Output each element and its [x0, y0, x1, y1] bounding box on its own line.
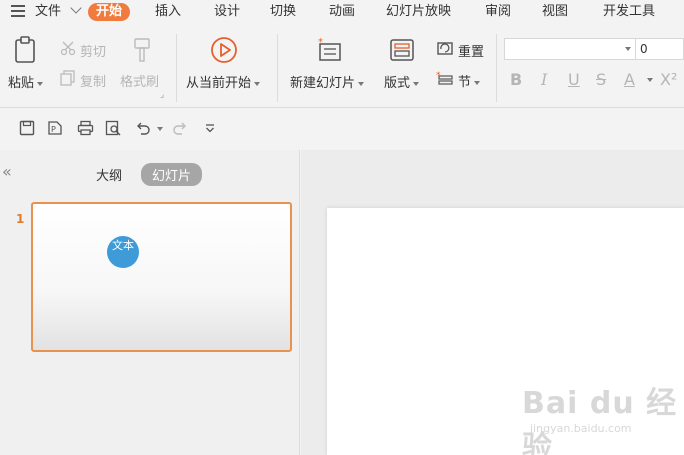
strikethrough-button[interactable]: S	[596, 70, 606, 89]
quick-access-toolbar: P	[0, 108, 684, 148]
layout-button[interactable]: 版式	[384, 72, 420, 91]
tab-review[interactable]: 审阅	[485, 3, 511, 21]
text-badge: 文本	[107, 236, 139, 268]
tab-developer[interactable]: 开发工具	[603, 3, 655, 21]
tab-design[interactable]: 设计	[214, 3, 240, 21]
ribbon-separator	[496, 34, 497, 102]
format-painter-button[interactable]: 格式刷	[120, 71, 159, 90]
section-icon: *	[436, 71, 453, 85]
tab-slideshow[interactable]: 幻灯片放映	[386, 3, 451, 21]
undo-dropdown-icon[interactable]	[157, 127, 163, 131]
print-icon[interactable]	[77, 120, 94, 136]
export-icon[interactable]: P	[47, 120, 63, 136]
bold-button[interactable]: B	[510, 70, 522, 89]
underline-button[interactable]: U	[568, 70, 580, 89]
superscript-icon[interactable]: X²	[660, 70, 677, 89]
play-icon[interactable]	[210, 36, 238, 64]
layout-icon[interactable]	[389, 38, 415, 62]
watermark: Bai du 经验 jingyan.baidu.com	[522, 378, 682, 455]
undo-icon[interactable]	[135, 120, 151, 136]
paste-icon[interactable]	[14, 36, 38, 64]
font-color-dropdown-icon[interactable]	[647, 78, 653, 82]
svg-text:*: *	[318, 37, 323, 48]
font-size-input[interactable]: 0	[636, 38, 684, 60]
slide-number: 1	[16, 212, 25, 226]
italic-button[interactable]: I	[541, 70, 547, 89]
chevron-down-icon[interactable]	[70, 2, 82, 14]
customize-toolbar-icon[interactable]	[204, 122, 216, 134]
tab-slides[interactable]: 幻灯片	[141, 163, 203, 186]
copy-button[interactable]: 复制	[80, 71, 106, 90]
scissors-icon	[60, 41, 76, 56]
tab-view[interactable]: 视图	[542, 3, 568, 21]
dialog-launcher-icon[interactable]: ⌟	[160, 90, 164, 100]
section-button[interactable]: 节	[458, 71, 481, 90]
new-slide-button[interactable]: 新建幻灯片	[290, 72, 365, 91]
ribbon-toolbar: 粘贴 剪切 复制 格式刷 ⌟ 从当前开始 * 新建幻灯片 版式 重置 * 节 0…	[0, 24, 684, 108]
svg-text:P: P	[51, 125, 56, 134]
reset-button[interactable]: 重置	[458, 41, 484, 60]
slide-thumbnail[interactable]: 文本	[31, 202, 292, 352]
menu-icon[interactable]	[11, 5, 25, 17]
brush-icon	[134, 38, 150, 62]
tab-insert[interactable]: 插入	[155, 3, 181, 21]
slide-panel: « 大纲 幻灯片 1 文本	[0, 150, 300, 455]
menu-bar: 文件 开始 插入 设计 切换 动画 幻灯片放映 审阅 视图 开发工具	[0, 0, 684, 24]
ribbon-separator	[176, 34, 177, 102]
ribbon-separator	[277, 34, 278, 102]
cut-button[interactable]: 剪切	[80, 41, 106, 60]
font-name-select[interactable]	[504, 38, 636, 60]
copy-icon	[60, 70, 75, 86]
redo-icon[interactable]	[172, 120, 188, 136]
print-preview-icon[interactable]	[105, 120, 122, 136]
new-slide-icon[interactable]: *	[316, 36, 344, 64]
reset-icon	[437, 42, 453, 55]
play-from-current-button[interactable]: 从当前开始	[186, 72, 261, 91]
file-menu[interactable]: 文件	[35, 3, 61, 21]
tab-animation[interactable]: 动画	[329, 3, 355, 21]
collapse-panel-icon[interactable]: «	[2, 162, 12, 181]
tab-transition[interactable]: 切换	[270, 3, 296, 21]
save-icon[interactable]	[19, 120, 35, 136]
watermark-brand: Bai du 经验	[522, 386, 678, 455]
watermark-url: jingyan.baidu.com	[530, 422, 632, 435]
tab-home[interactable]: 开始	[88, 3, 131, 21]
tab-outline[interactable]: 大纲	[96, 165, 122, 184]
font-color-button[interactable]: A	[624, 70, 635, 89]
paste-button[interactable]: 粘贴	[8, 72, 44, 91]
